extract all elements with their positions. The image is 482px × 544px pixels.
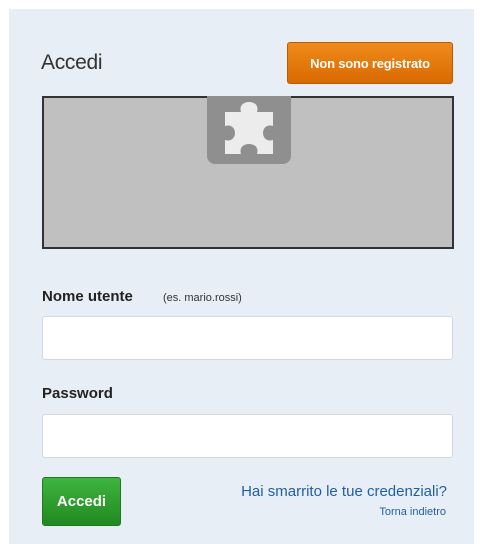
username-label: Nome utente [42, 288, 133, 305]
login-panel: Accedi Non sono registrato Nome utente (… [9, 9, 474, 544]
back-link[interactable]: Torna indietro [379, 506, 446, 518]
puzzle-piece-icon [207, 96, 291, 164]
forgot-credentials-link[interactable]: Hai smarrito le tue credenziali? [241, 483, 447, 500]
password-label: Password [42, 385, 113, 402]
username-input[interactable] [42, 316, 453, 360]
password-input[interactable] [42, 414, 453, 458]
missing-plugin-placeholder[interactable] [42, 96, 454, 249]
register-button[interactable]: Non sono registrato [287, 42, 453, 84]
username-hint: (es. mario.rossi) [163, 292, 242, 304]
login-button[interactable]: Accedi [42, 477, 121, 526]
login-title: Accedi [41, 51, 103, 74]
